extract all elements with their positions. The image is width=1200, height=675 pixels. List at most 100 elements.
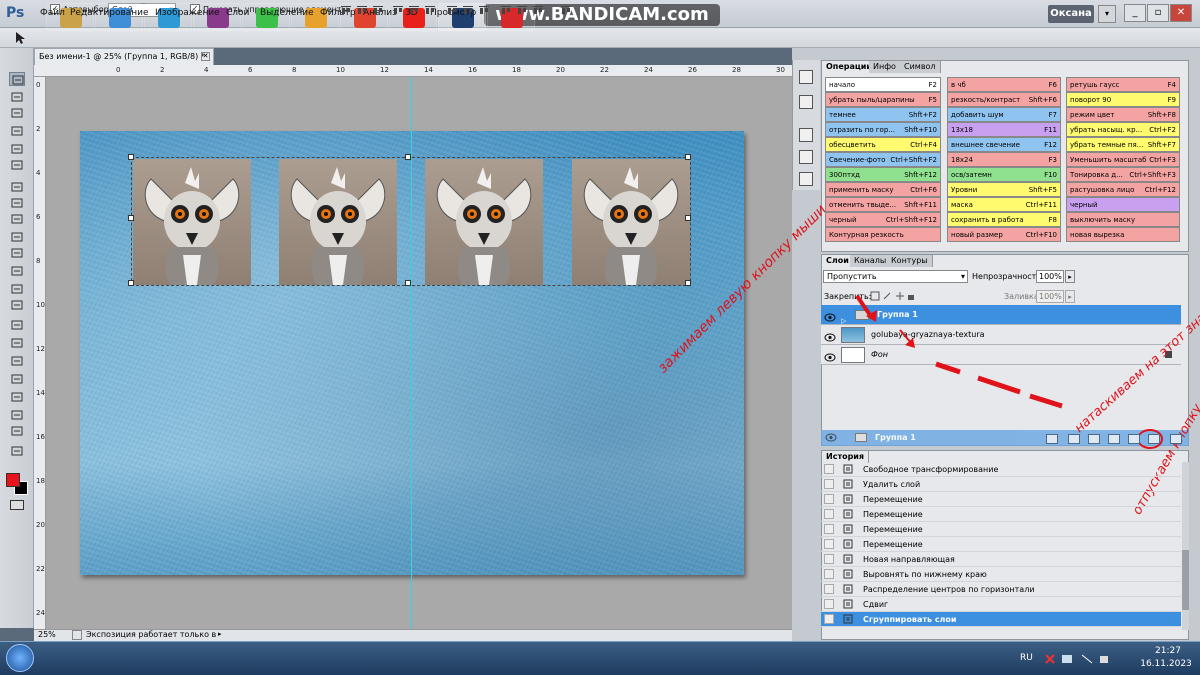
action-item[interactable]: новая вырезка bbox=[1066, 227, 1180, 242]
history-brush-tool-icon[interactable] bbox=[9, 230, 25, 244]
hand-tool-icon[interactable] bbox=[9, 424, 25, 438]
align-icon[interactable] bbox=[516, 4, 528, 16]
brush-tool-icon[interactable] bbox=[9, 196, 25, 210]
eraser-tool-icon[interactable] bbox=[9, 246, 25, 260]
action-item[interactable]: маска Ctrl+F11 bbox=[947, 197, 1061, 212]
marquee-tool-icon[interactable] bbox=[9, 90, 25, 104]
history-checkbox[interactable] bbox=[824, 509, 834, 519]
eyedropper-tool-icon[interactable] bbox=[9, 158, 25, 172]
lemur-photo[interactable] bbox=[425, 159, 543, 285]
transform-handle[interactable] bbox=[128, 215, 134, 221]
history-checkbox[interactable] bbox=[824, 554, 834, 564]
tray-icons[interactable] bbox=[1044, 653, 1114, 665]
lemur-photo[interactable] bbox=[572, 159, 690, 285]
action-item[interactable]: отменить твыде... Shft+F11 bbox=[825, 197, 941, 212]
align-icon[interactable] bbox=[408, 4, 420, 16]
history-item[interactable]: Распределение центров по горизонтали bbox=[821, 582, 1181, 597]
transform-handle[interactable] bbox=[405, 280, 411, 286]
action-item[interactable]: Тонировка д... Ctrl+Shft+F3 bbox=[1066, 167, 1180, 182]
clock-time[interactable]: 21:27 bbox=[1148, 646, 1188, 656]
action-item[interactable]: 13x18 F11 bbox=[947, 122, 1061, 137]
start-button[interactable] bbox=[6, 644, 34, 672]
layer-footer-icon[interactable] bbox=[1046, 434, 1058, 444]
panel-toggle-icon[interactable] bbox=[799, 70, 813, 84]
action-item[interactable]: в чб F6 bbox=[947, 77, 1061, 92]
align-icon[interactable] bbox=[446, 4, 458, 16]
action-item[interactable]: убрать темные пя... Shft+F7 bbox=[1066, 137, 1180, 152]
layer-footer-icon[interactable] bbox=[1148, 434, 1160, 444]
action-item[interactable]: 300птxд Shft+F12 bbox=[825, 167, 941, 182]
history-checkbox[interactable] bbox=[824, 539, 834, 549]
blur-tool-icon[interactable] bbox=[9, 282, 25, 296]
history-item[interactable]: Свободное трансформирование bbox=[821, 462, 1181, 477]
dodge-tool-icon[interactable] bbox=[9, 298, 25, 312]
action-item[interactable]: Уменьшить масштаб Ctrl+F3 bbox=[1066, 152, 1180, 167]
layer-footer-icon[interactable] bbox=[1108, 434, 1120, 444]
transform-handle[interactable] bbox=[685, 280, 691, 286]
transform-handle[interactable] bbox=[685, 215, 691, 221]
panel-toggle-icon[interactable] bbox=[799, 128, 813, 142]
lemur-photo[interactable] bbox=[133, 159, 251, 285]
history-checkbox[interactable] bbox=[824, 494, 834, 504]
action-item[interactable]: темнее Shft+F2 bbox=[825, 107, 941, 122]
action-item[interactable]: добавить шум F7 bbox=[947, 107, 1061, 122]
action-item[interactable]: внешнее свечение F12 bbox=[947, 137, 1061, 152]
action-item[interactable]: выключить маску bbox=[1066, 212, 1180, 227]
action-item[interactable]: применить маску Ctrl+F6 bbox=[825, 182, 941, 197]
rectangle-tool-icon[interactable] bbox=[9, 372, 25, 386]
action-item[interactable]: отразить по гор... Shft+F10 bbox=[825, 122, 941, 137]
history-item[interactable]: Сдвиг bbox=[821, 597, 1181, 612]
action-item[interactable]: новый размер Ctrl+F10 bbox=[947, 227, 1061, 242]
align-icon[interactable] bbox=[392, 4, 404, 16]
quick-selection-tool-icon[interactable] bbox=[9, 124, 25, 138]
type-tool-icon[interactable] bbox=[9, 336, 25, 350]
lasso-tool-icon[interactable] bbox=[9, 106, 25, 120]
transform-handle[interactable] bbox=[128, 280, 134, 286]
3d-rotate-tool-icon[interactable] bbox=[9, 390, 25, 404]
history-item[interactable]: Перемещение bbox=[821, 507, 1181, 522]
path-selection-tool-icon[interactable] bbox=[9, 354, 25, 368]
transform-handle[interactable] bbox=[128, 154, 134, 160]
menu-item-5[interactable]: Выделение bbox=[260, 8, 314, 18]
action-item[interactable]: Контурная резкость bbox=[825, 227, 941, 242]
clock-date[interactable]: 16.11.2023 bbox=[1138, 659, 1194, 669]
panel-toggle-icon[interactable] bbox=[799, 95, 813, 109]
align-icon[interactable] bbox=[532, 4, 544, 16]
history-item[interactable]: Выровнять по нижнему краю bbox=[821, 567, 1181, 582]
lemur-photo[interactable] bbox=[279, 159, 397, 285]
align-icon[interactable] bbox=[462, 4, 474, 16]
move-tool-icon[interactable] bbox=[9, 72, 25, 86]
panel-toggle-icon[interactable] bbox=[799, 150, 813, 164]
transform-handle[interactable] bbox=[405, 154, 411, 160]
action-item[interactable]: черный bbox=[1066, 197, 1180, 212]
action-item[interactable]: поворот 90 F9 bbox=[1066, 92, 1180, 107]
menu-item-3[interactable]: Изображение bbox=[155, 8, 220, 18]
panel-toggle-icon[interactable] bbox=[799, 172, 813, 186]
menu-item-2[interactable]: Редактирование bbox=[70, 8, 149, 18]
layer-footer-icon[interactable] bbox=[1170, 434, 1182, 444]
action-item[interactable]: резкость/контраст Shft+F6 bbox=[947, 92, 1061, 107]
history-checkbox[interactable] bbox=[824, 584, 834, 594]
menu-item-4[interactable]: Слои bbox=[226, 8, 249, 18]
action-item[interactable]: осв/затемн F10 bbox=[947, 167, 1061, 182]
action-item[interactable]: режим цвет Shft+F8 bbox=[1066, 107, 1180, 122]
history-item[interactable]: Удалить слой bbox=[821, 477, 1181, 492]
layer-footer-icon[interactable] bbox=[1128, 434, 1140, 444]
align-icon[interactable] bbox=[356, 4, 368, 16]
align-icon[interactable] bbox=[560, 4, 572, 16]
action-item[interactable]: начало F2 bbox=[825, 77, 941, 92]
clone-stamp-tool-icon[interactable] bbox=[9, 212, 25, 226]
action-item[interactable]: сохранить в работа F8 bbox=[947, 212, 1061, 227]
language-indicator[interactable]: RU bbox=[1020, 653, 1033, 663]
history-checkbox[interactable] bbox=[824, 599, 834, 609]
action-item[interactable]: черный Ctrl+Shft+F12 bbox=[825, 212, 941, 227]
history-item[interactable]: Новая направляющая bbox=[821, 552, 1181, 567]
healing-brush-tool-icon[interactable] bbox=[9, 180, 25, 194]
gradient-tool-icon[interactable] bbox=[9, 264, 25, 278]
action-item[interactable]: обесцветить Ctrl+F4 bbox=[825, 137, 941, 152]
history-checkbox[interactable] bbox=[824, 614, 834, 624]
zoom-tool-icon[interactable] bbox=[9, 444, 25, 458]
action-item[interactable]: ретушь гаусс F4 bbox=[1066, 77, 1180, 92]
action-item[interactable]: Уровни Shft+F5 bbox=[947, 182, 1061, 197]
history-item[interactable]: Перемещение bbox=[821, 492, 1181, 507]
